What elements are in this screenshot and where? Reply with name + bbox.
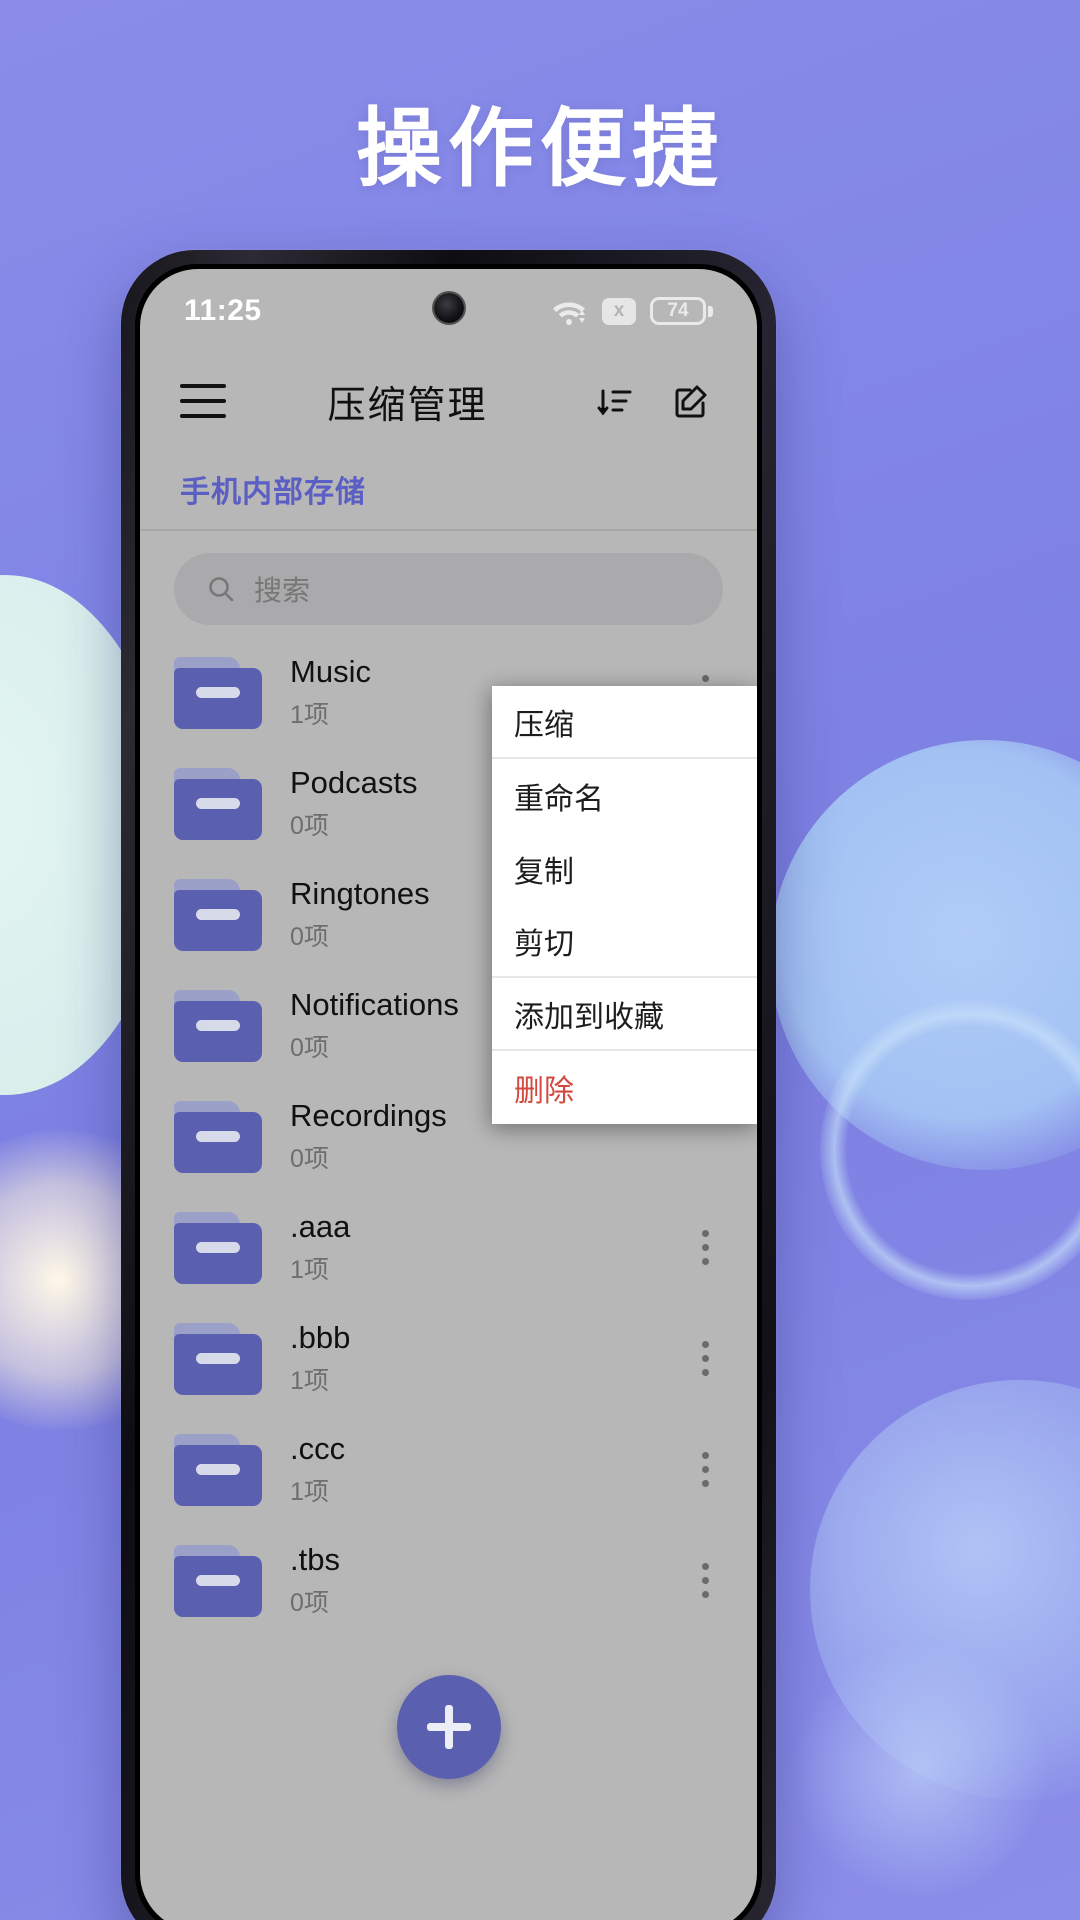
folder-icon (174, 1322, 262, 1395)
sim-x-icon: x (602, 297, 636, 325)
add-fab-button[interactable] (396, 1675, 501, 1779)
hamburger-menu-icon[interactable] (180, 384, 226, 418)
overflow-menu-icon[interactable] (681, 1452, 729, 1487)
overflow-menu-icon[interactable] (681, 1341, 729, 1376)
context-menu-item[interactable]: 删除 (492, 1051, 757, 1124)
file-meta: .ccc 1项 (290, 1431, 681, 1509)
file-item-count: 1项 (290, 1478, 329, 1507)
battery-icon: 74 (650, 297, 713, 325)
wifi-icon (550, 296, 588, 326)
file-item-count: 0项 (290, 1145, 329, 1174)
phone-bezel: 11:25 x 74 压缩管理 手机内部存储 搜索 Music 1项 Podca… (135, 264, 762, 1920)
folder-icon (174, 656, 262, 729)
file-list-item[interactable]: .aaa 1项 (140, 1192, 757, 1303)
plus-icon (426, 1705, 471, 1749)
search-section: 搜索 (140, 531, 757, 633)
folder-icon (174, 989, 262, 1062)
edit-compose-icon[interactable] (665, 375, 717, 427)
sort-list-icon[interactable] (589, 375, 641, 427)
folder-icon (174, 1433, 262, 1506)
overflow-menu-icon[interactable] (681, 1230, 729, 1265)
file-name: .bbb (290, 1319, 351, 1355)
battery-cap (708, 305, 713, 317)
folder-icon (174, 767, 262, 840)
status-icons: x 74 (550, 296, 713, 326)
breadcrumb[interactable]: 手机内部存储 (140, 449, 757, 531)
file-item-count: 0项 (290, 1589, 329, 1618)
front-camera-punch-hole (433, 293, 464, 323)
page-title: 压缩管理 (327, 384, 488, 427)
file-list-item[interactable]: .ccc 1项 (140, 1414, 757, 1525)
context-menu-item[interactable]: 添加到收藏 (492, 978, 757, 1051)
file-meta: .aaa 1项 (290, 1209, 681, 1287)
folder-icon (174, 1544, 262, 1617)
context-menu[interactable]: 压缩 重命名 复制 剪切 添加到收藏 删除 (492, 686, 757, 1124)
sim-x-label: x (602, 297, 636, 325)
breadcrumb-path[interactable]: 手机内部存储 (180, 467, 366, 511)
search-icon (209, 577, 234, 602)
file-name: .aaa (290, 1208, 351, 1244)
status-time: 11:25 (184, 294, 262, 327)
file-meta: .bbb 1项 (290, 1320, 681, 1398)
phone-screen: 11:25 x 74 压缩管理 手机内部存储 搜索 Music 1项 Podca… (140, 269, 757, 1920)
phone-mockup-frame: 11:25 x 74 压缩管理 手机内部存储 搜索 Music 1项 Podca… (121, 250, 776, 1920)
file-name: .ccc (290, 1430, 346, 1466)
file-meta: .tbs 0项 (290, 1542, 681, 1620)
folder-icon (174, 878, 262, 951)
overflow-menu-icon[interactable] (681, 1563, 729, 1598)
search-input[interactable]: 搜索 (174, 553, 723, 625)
context-menu-item[interactable]: 复制 (492, 832, 757, 905)
folder-icon (174, 1100, 262, 1173)
battery-level-label: 74 (650, 297, 706, 325)
app-bar: 压缩管理 (140, 353, 757, 449)
promo-headline: 操作便捷 (356, 101, 724, 197)
file-list-item[interactable]: .bbb 1项 (140, 1303, 757, 1414)
search-placeholder: 搜索 (254, 575, 311, 606)
file-item-count: 1项 (290, 1367, 329, 1396)
context-menu-item[interactable]: 压缩 (492, 686, 757, 759)
file-name: Music (290, 653, 371, 689)
folder-icon (174, 1211, 262, 1284)
context-menu-item[interactable]: 剪切 (492, 905, 757, 978)
file-name: .tbs (290, 1541, 340, 1577)
status-bar: 11:25 x 74 (140, 269, 757, 353)
file-list-item[interactable]: .tbs 0项 (140, 1525, 757, 1636)
decorative-blob-mid-right (790, 1640, 1050, 1900)
file-item-count: 1项 (290, 1256, 329, 1285)
context-menu-item[interactable]: 重命名 (492, 759, 757, 832)
